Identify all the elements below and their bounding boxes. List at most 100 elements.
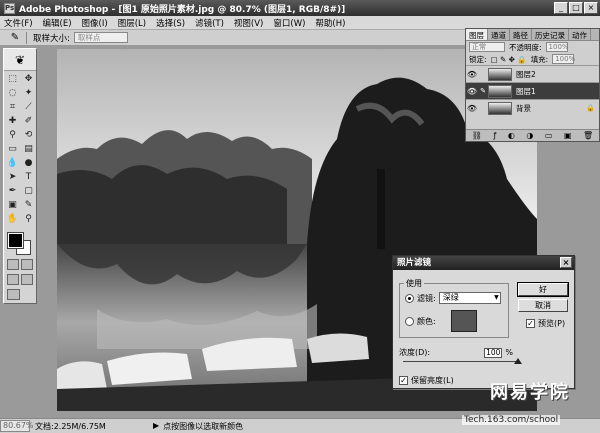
- preview-checkbox[interactable]: ✓: [526, 319, 535, 328]
- tab-actions[interactable]: 动作: [569, 29, 591, 40]
- magic-wand-tool-icon[interactable]: ✦: [21, 87, 36, 100]
- lock-icons[interactable]: ▢ ✎ ✥ 🔒: [491, 55, 527, 64]
- tab-paths[interactable]: 路径: [510, 29, 532, 40]
- notes-tool-icon[interactable]: ▣: [5, 199, 20, 212]
- menu-view[interactable]: 视图(V): [234, 17, 263, 29]
- color-radio[interactable]: [405, 316, 414, 326]
- sample-size-select[interactable]: 取样点: [73, 32, 128, 43]
- quickmask-mode-button[interactable]: [21, 259, 33, 270]
- visibility-eye-icon[interactable]: 👁: [466, 87, 478, 96]
- tab-history[interactable]: 历史记录: [532, 29, 569, 40]
- link-layers-icon[interactable]: ⛓: [472, 131, 482, 140]
- options-separator: [26, 31, 27, 44]
- eyedropper-icon[interactable]: ✎: [8, 32, 22, 44]
- use-group-label: 使用: [406, 279, 422, 288]
- feather-logo-icon[interactable]: ❦: [4, 49, 36, 71]
- netease-logo-watermark: 网易学院: [490, 382, 570, 403]
- lasso-tool-icon[interactable]: ◌: [5, 87, 20, 100]
- type-tool-icon[interactable]: T: [21, 171, 36, 184]
- gradient-tool-icon[interactable]: ▤: [21, 143, 36, 156]
- visibility-eye-icon[interactable]: 👁: [466, 70, 478, 79]
- lock-label: 锁定:: [469, 54, 487, 64]
- history-brush-tool-icon[interactable]: ⟲: [21, 129, 36, 142]
- foreground-color-swatch[interactable]: [7, 232, 24, 249]
- minimize-button[interactable]: _: [554, 2, 568, 14]
- pen-tool-icon[interactable]: ✒: [5, 185, 20, 198]
- preview-check-row[interactable]: ✓ 预览(P): [526, 318, 565, 329]
- standard-mode-button[interactable]: [7, 259, 19, 270]
- slice-tool-icon[interactable]: ⟋: [21, 101, 36, 114]
- dodge-tool-icon[interactable]: ●: [21, 157, 36, 170]
- layer-row-layer2[interactable]: 👁 图层2: [466, 65, 599, 82]
- menu-help[interactable]: 帮助(H): [315, 17, 345, 29]
- preview-label: 预览(P): [538, 319, 566, 328]
- density-field[interactable]: 100: [484, 347, 503, 358]
- dialog-close-button[interactable]: ×: [560, 257, 572, 268]
- opacity-field[interactable]: 100%: [545, 42, 569, 52]
- layer-row-layer1[interactable]: 👁 ✎ 图层1: [466, 82, 599, 99]
- color-label: 颜色:: [417, 316, 436, 326]
- new-group-icon[interactable]: ▭: [545, 131, 553, 140]
- jump-to-imageready-button[interactable]: [7, 289, 20, 300]
- clone-stamp-tool-icon[interactable]: ⚲: [5, 129, 20, 142]
- visibility-eye-icon[interactable]: 👁: [466, 104, 478, 113]
- layers-panel: 图层 通道 路径 历史记录 动作 正常 不透明度: 100% 锁定: ▢ ✎ ✥…: [465, 28, 600, 142]
- preserve-checkbox[interactable]: ✓: [399, 376, 408, 385]
- density-slider-thumb[interactable]: [514, 358, 522, 364]
- layer-name: 图层1: [516, 86, 536, 96]
- doc-size[interactable]: 文档:2.25M/6.75M: [35, 421, 135, 432]
- filter-color-swatch[interactable]: [450, 310, 477, 332]
- brush-tool-icon[interactable]: ✐: [21, 115, 36, 128]
- close-button[interactable]: ×: [584, 2, 598, 14]
- layers-bottom-bar: ⛓ ƒ ◐ ◑ ▭ ▣ 🗑: [466, 129, 599, 141]
- path-selection-tool-icon[interactable]: ➤: [5, 171, 20, 184]
- url-watermark: Tech.163.com/school: [462, 415, 561, 425]
- blur-tool-icon[interactable]: 💧: [5, 157, 20, 170]
- fill-field[interactable]: 100%: [552, 54, 575, 64]
- ok-button[interactable]: 好: [517, 282, 569, 297]
- layer-thumbnail: [488, 101, 512, 115]
- density-row: 浓度(D): 100 %: [399, 347, 569, 358]
- zoom-field[interactable]: 80.67%: [0, 420, 34, 432]
- menu-image[interactable]: 图像(I): [82, 17, 108, 29]
- zoom-tool-icon[interactable]: ⚲: [21, 213, 36, 226]
- filter-radio-row[interactable]: 滤镜: 深绿: [405, 292, 501, 304]
- healing-brush-tool-icon[interactable]: ✚: [5, 115, 20, 128]
- marquee-tool-icon[interactable]: ⬚: [5, 73, 20, 86]
- menu-select[interactable]: 选择(S): [156, 17, 185, 29]
- menu-edit[interactable]: 编辑(E): [43, 17, 72, 29]
- new-layer-icon[interactable]: ▣: [564, 131, 572, 140]
- move-tool-icon[interactable]: ✥: [21, 73, 36, 86]
- layer-row-background[interactable]: 👁 背景 🔒: [466, 99, 599, 116]
- status-hint-text: 点按图像以选取新颜色: [163, 421, 244, 431]
- menu-filter[interactable]: 滤镜(T): [195, 17, 224, 29]
- photoshop-app-icon: Ps: [4, 2, 15, 14]
- tab-channels[interactable]: 通道: [488, 29, 510, 40]
- maximize-button[interactable]: □: [569, 2, 583, 14]
- color-radio-row[interactable]: 颜色:: [405, 310, 477, 332]
- menu-layer[interactable]: 图层(L): [118, 17, 146, 29]
- layer-mask-icon[interactable]: ◐: [508, 131, 515, 140]
- menu-window[interactable]: 窗口(W): [273, 17, 305, 29]
- preserve-check-row[interactable]: ✓ 保留亮度(L): [399, 375, 454, 386]
- density-slider-track[interactable]: [403, 361, 518, 362]
- toolbox: ❦ ⬚ ✥ ◌ ✦ ⌗ ⟋ ✚ ✐ ⚲ ⟲ ▭ ▤ 💧 ● ➤ T ✒ ▢ ▣ …: [3, 48, 37, 304]
- cancel-button[interactable]: 取消: [518, 299, 568, 312]
- shape-tool-icon[interactable]: ▢: [21, 185, 36, 198]
- eraser-tool-icon[interactable]: ▭: [5, 143, 20, 156]
- hand-tool-icon[interactable]: ✋: [5, 213, 20, 226]
- layer-style-icon[interactable]: ƒ: [493, 131, 496, 140]
- filter-radio[interactable]: [405, 293, 414, 303]
- adjustment-layer-icon[interactable]: ◑: [526, 131, 533, 140]
- brush-indicator-icon: ✎: [480, 87, 486, 95]
- trash-icon[interactable]: 🗑: [583, 131, 593, 140]
- eyedropper-tool-icon[interactable]: ✎: [21, 199, 36, 212]
- crop-tool-icon[interactable]: ⌗: [5, 101, 20, 114]
- screen-mode-full-button[interactable]: [21, 274, 33, 285]
- menu-file[interactable]: 文件(F): [4, 17, 33, 29]
- tab-layers[interactable]: 图层: [466, 29, 488, 40]
- blend-mode-select[interactable]: 正常: [469, 42, 505, 52]
- screen-mode-standard-button[interactable]: [7, 274, 19, 285]
- filter-select[interactable]: 深绿: [438, 292, 501, 304]
- title-bar: Ps Adobe Photoshop - [图1 原始照片素材.jpg @ 80…: [0, 0, 600, 16]
